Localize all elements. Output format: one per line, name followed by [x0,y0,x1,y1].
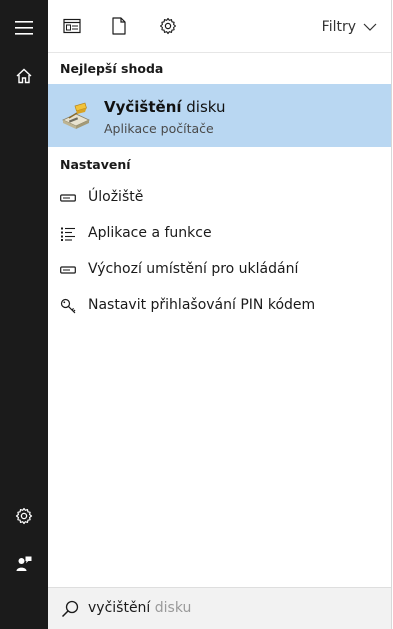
settings-item-default-save-location[interactable]: Výchozí umístění pro ukládání [48,252,391,288]
hamburger-icon [15,21,33,35]
best-match-title: Vyčištění disku [104,98,226,116]
chevron-down-icon [363,23,377,31]
search-typed-text: vyčištění [88,600,151,616]
gear-icon [159,17,177,35]
feedback-person-icon [16,556,32,571]
home-icon [16,68,32,84]
settings-item-label: Nastavit přihlašování PIN kódem [88,297,316,313]
search-input[interactable]: vyčištění disku [88,600,191,616]
filters-dropdown[interactable]: Filtry [322,16,377,38]
settings-button[interactable] [0,492,48,540]
sidebar [0,0,48,629]
windows-search-flyout: Filtry Nejlepší shoda Vyčištění disku Ap… [0,0,393,629]
settings-item-label: Úložiště [88,189,144,205]
home-button[interactable] [0,52,48,100]
key-icon [59,297,77,315]
settings-item-storage[interactable]: Úložiště [48,180,391,216]
feedback-button[interactable] [0,540,48,588]
best-match-heading: Nejlepší shoda [60,61,164,76]
settings-filter-button[interactable] [156,14,180,38]
search-suggestion-text: disku [150,600,192,616]
documents-filter-button[interactable] [107,14,131,38]
disk-cleanup-icon [62,102,90,129]
search-box[interactable]: vyčištění disku [48,587,391,629]
settings-item-label: Aplikace a funkce [88,225,212,241]
settings-item-label: Výchozí umístění pro ukládání [88,261,299,277]
best-match-title-bold: Vyčištění [104,98,182,116]
hamburger-menu-button[interactable] [0,4,48,52]
apps-list-icon [59,225,77,243]
storage-icon [59,261,77,279]
storage-icon [59,189,77,207]
document-icon [112,17,126,35]
best-match-subtitle: Aplikace počítače [104,121,214,136]
search-icon [61,600,79,618]
settings-heading: Nastavení [60,157,131,172]
apps-filter-button[interactable] [60,14,84,38]
settings-item-pin-signin[interactable]: Nastavit přihlašování PIN kódem [48,288,391,324]
settings-item-apps-features[interactable]: Aplikace a funkce [48,216,391,252]
best-match-title-rest: disku [181,98,226,116]
filter-toolbar: Filtry [48,0,391,53]
app-window-icon [63,18,81,34]
best-match-result[interactable]: Vyčištění disku Aplikace počítače [48,84,391,147]
results-panel: Filtry Nejlepší shoda Vyčištění disku Ap… [48,0,391,629]
filters-label: Filtry [321,19,356,35]
gear-icon [15,507,33,525]
